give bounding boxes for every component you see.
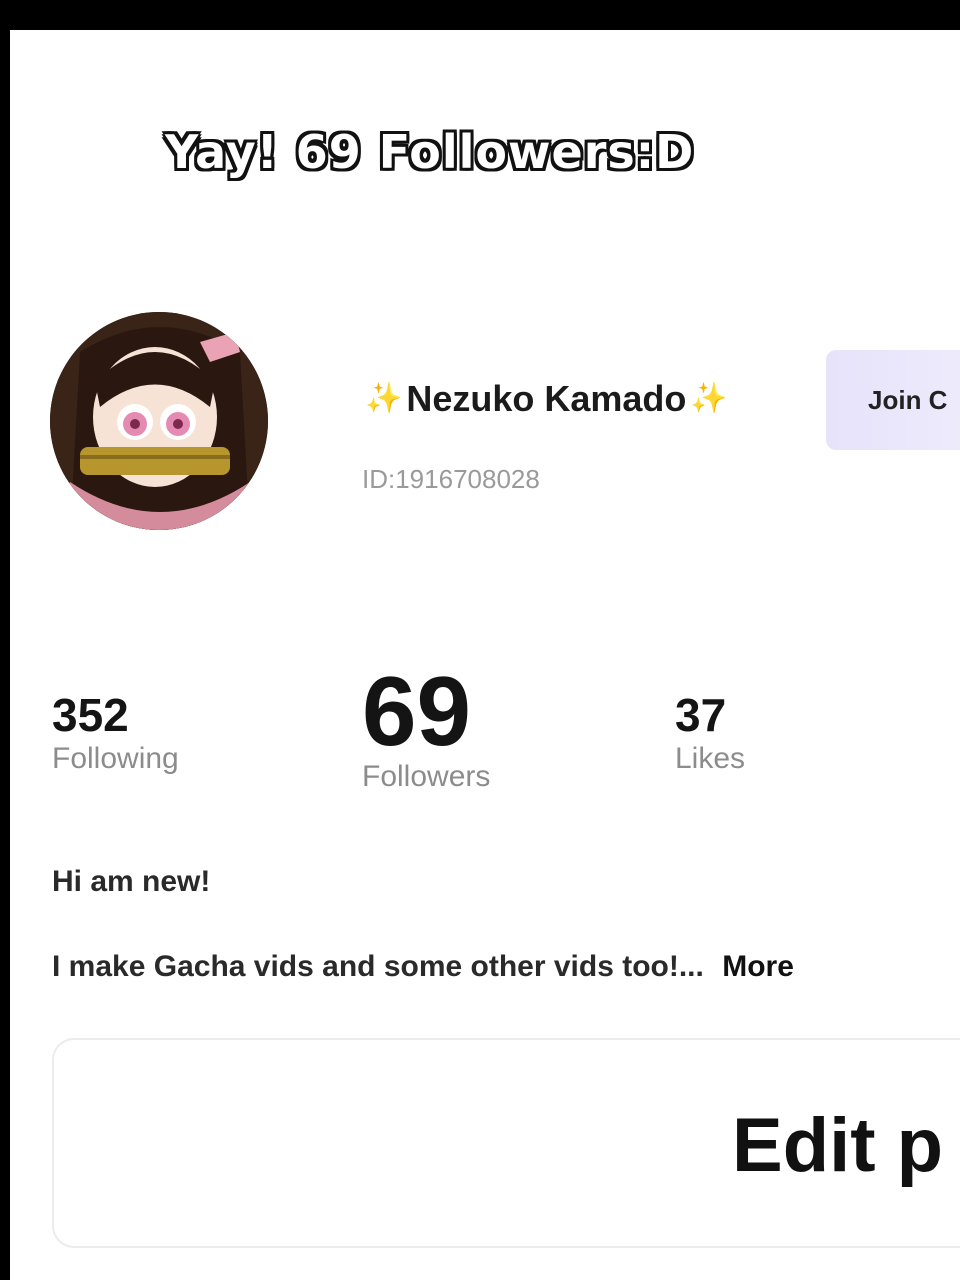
bio-line-1: Hi am new!	[52, 865, 211, 898]
user-id: ID:1916708028	[362, 464, 540, 494]
profile-name: Nezuko Kamado	[406, 378, 687, 419]
overlay-caption: Yay! 69 Followers:D	[165, 125, 695, 179]
following-count: 352	[52, 689, 129, 741]
stat-following[interactable]: 352 Following	[52, 688, 179, 776]
bio-more-link[interactable]: More	[722, 950, 794, 983]
avatar-image	[50, 312, 268, 530]
profile-name-row: ✨ Nezuko Kamado ✨	[365, 378, 728, 420]
stat-likes[interactable]: 37 Likes	[675, 688, 745, 776]
edit-profile-button[interactable]: Edit p	[52, 1038, 960, 1248]
likes-label: Likes	[675, 742, 746, 775]
join-button[interactable]: Join C	[826, 350, 960, 450]
sparkle-icon: ✨	[690, 382, 728, 415]
screen: Yay! 69 Followers:D ✨ Nezuko Kamado ✨ Jo…	[10, 30, 960, 1280]
bio-text: I make Gacha vids and some other vids to…	[52, 950, 704, 983]
followers-label: Followers	[362, 760, 491, 793]
bio-line-2: I make Gacha vids and some other vids to…	[52, 950, 794, 984]
sparkle-icon: ✨	[365, 382, 403, 415]
stat-followers[interactable]: 69 Followers	[362, 662, 490, 794]
likes-count: 37	[675, 689, 727, 741]
edit-profile-label: Edit p	[732, 1103, 944, 1188]
followers-count: 69	[362, 656, 472, 766]
avatar[interactable]	[50, 312, 268, 530]
following-label: Following	[52, 742, 179, 775]
